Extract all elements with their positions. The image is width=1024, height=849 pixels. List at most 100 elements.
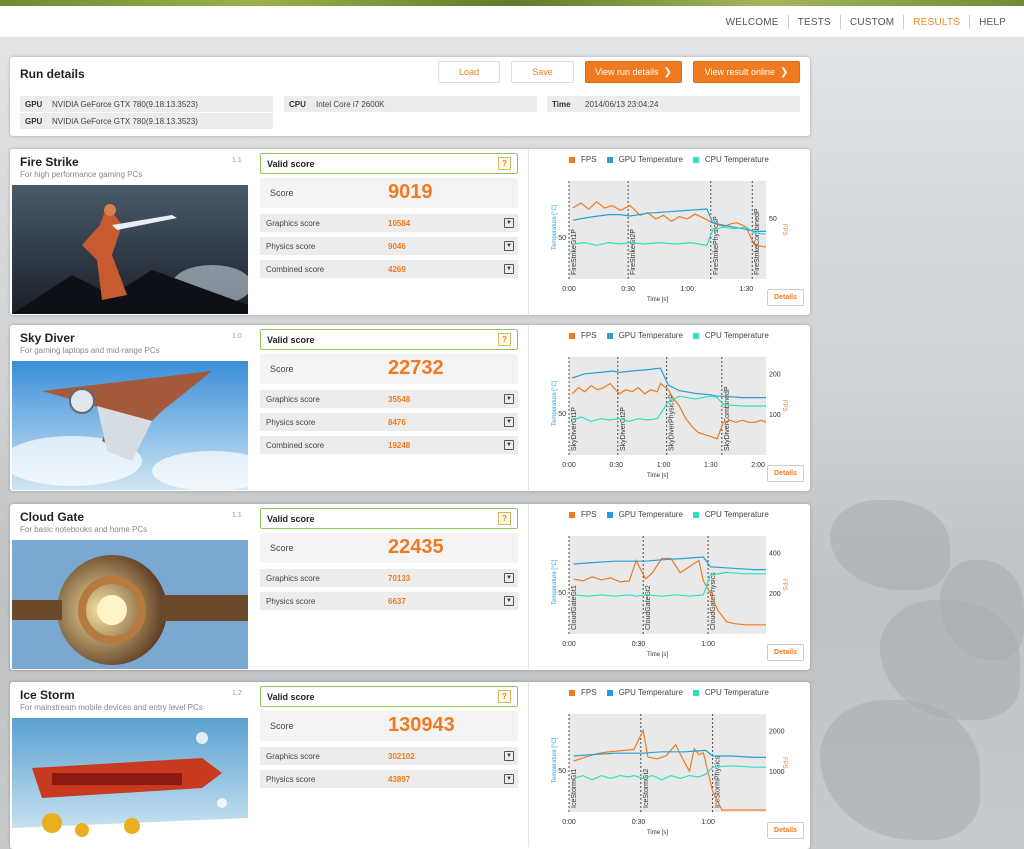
y-axis-label: Temperature [°C] [552,559,558,605]
view-run-details-label: View run details [595,67,659,77]
x-tick-label: 2:00 [751,462,765,469]
valid-score-badge: Valid score? [260,329,518,350]
expand-dropdown-icon[interactable]: ▼ [504,440,514,450]
gpu-value: NVIDIA GeForce GTX 780(9.18.13.3523) [52,99,198,109]
subscore-value: 35548 [388,395,411,404]
subscore-value: 8476 [388,418,406,427]
expand-dropdown-icon[interactable]: ▼ [504,573,514,583]
test-subtitle: For high performance gaming PCs [20,170,143,179]
score-label: Score [270,364,294,374]
y2-tick-label: 50 [769,216,777,223]
subscore-row[interactable]: Graphics score 70133 ▼ [260,569,518,587]
test-card-fire-strike: Fire Strike For high performance gaming P… [10,149,810,315]
help-icon[interactable]: ? [498,690,511,703]
subscore-row[interactable]: Graphics score 35548 ▼ [260,390,518,408]
subscore-label: Physics score [266,775,316,784]
segment-label: SkyDiverGt2P [620,407,627,451]
valid-score-label: Valid score [267,334,315,345]
subscore-value: 302102 [388,752,415,761]
help-icon[interactable]: ? [498,333,511,346]
x-axis-label: Time [s] [647,830,668,836]
nav-separator [903,15,905,29]
score-value: 22732 [388,357,444,379]
nav-item-custom[interactable]: CUSTOM [850,17,894,28]
load-button[interactable]: Load [438,61,500,83]
nav-item-results[interactable]: RESULTS [913,17,960,28]
x-tick-label: 1:00 [701,641,715,648]
test-name: Cloud Gate [20,510,85,524]
help-icon[interactable]: ? [498,157,511,170]
subscore-label: Combined score [266,441,325,450]
test-card-sky-diver: Sky Diver For gaming laptops and mid-rang… [10,325,810,491]
nav-item-help[interactable]: HELP [979,17,1006,28]
expand-dropdown-icon[interactable]: ▼ [504,596,514,606]
test-subtitle: For gaming laptops and mid-range PCs [20,346,160,355]
x-tick-label: 0:00 [562,286,576,293]
expand-dropdown-icon[interactable]: ▼ [504,264,514,274]
view-result-online-button[interactable]: View result online ❯ [693,61,800,83]
score-value: 9019 [388,181,433,203]
test-card-cloud-gate: Cloud Gate For basic notebooks and home P… [10,504,810,670]
sky-diver-artwork [12,361,248,490]
x-tick-label: 0:30 [632,641,646,648]
subscore-label: Physics score [266,597,316,606]
subscore-row[interactable]: Combined score 4269 ▼ [260,260,518,278]
y-tick-label: 50 [558,590,566,597]
subscore-row[interactable]: Graphics score 302102 ▼ [260,747,518,765]
subscore-label: Graphics score [266,752,320,761]
help-icon[interactable]: ? [498,512,511,525]
x-axis-label: Time [s] [647,652,668,658]
y2-tick-label: 200 [769,591,781,598]
expand-dropdown-icon[interactable]: ▼ [504,417,514,427]
segment-label: IceStormGt2 [643,769,650,808]
valid-score-label: Valid score [267,691,315,702]
expand-dropdown-icon[interactable]: ▼ [504,218,514,228]
details-button[interactable]: Details [767,822,804,839]
y2-tick-label: 200 [769,371,781,378]
test-name: Sky Diver [20,331,75,345]
valid-score-label: Valid score [267,513,315,524]
subscore-row[interactable]: Physics score 43897 ▼ [260,770,518,788]
plot-area [569,181,766,279]
view-result-online-label: View result online [704,67,775,77]
valid-score-badge: Valid score? [260,686,518,707]
view-run-details-button[interactable]: View run details ❯ [585,61,682,83]
expand-dropdown-icon[interactable]: ▼ [504,241,514,251]
details-button[interactable]: Details [767,289,804,306]
subscore-row[interactable]: Physics score 6637 ▼ [260,592,518,610]
details-button[interactable]: Details [767,465,804,482]
y2-tick-label: 400 [769,550,781,557]
x-axis-label: Time [s] [647,297,668,303]
score-value: 130943 [388,714,455,736]
subscore-row[interactable]: Combined score 19248 ▼ [260,436,518,454]
expand-dropdown-icon[interactable]: ▼ [504,751,514,761]
subscore-value: 70133 [388,574,411,583]
expand-dropdown-icon[interactable]: ▼ [504,394,514,404]
cpu-row: CPU Intel Core i7 2600K [284,96,537,112]
y2-tick-label: 1000 [769,769,785,776]
nav-item-tests[interactable]: TESTS [798,17,831,28]
nav-item-welcome[interactable]: WELCOME [726,17,779,28]
details-button[interactable]: Details [767,644,804,661]
valid-score-badge: Valid score? [260,153,518,174]
y2-axis-label: FPS [781,224,787,236]
subscore-value: 10584 [388,219,411,228]
y-tick-label: 50 [558,768,566,775]
subscore-row[interactable]: Graphics score 10584 ▼ [260,214,518,232]
test-artwork [12,540,248,669]
segment-label: CloudGateGt1 [571,585,578,630]
gpu-value: NVIDIA GeForce GTX 780(9.18.13.3523) [52,116,198,126]
x-tick-label: 1:00 [657,462,671,469]
time-label: Time [552,99,571,109]
segment-label: FireStrikeGt1P [571,229,578,275]
score-label: Score [270,543,294,553]
y2-axis-label: FPS [781,757,787,769]
save-button[interactable]: Save [511,61,574,83]
nav-items: WELCOME TESTS CUSTOM RESULTS HELP [717,6,1006,38]
expand-dropdown-icon[interactable]: ▼ [504,774,514,784]
x-tick-label: 0:00 [562,819,576,826]
test-subtitle: For mainstream mobile devices and entry … [20,703,203,712]
segment-label: FireStrikeGt2P [630,229,637,275]
subscore-row[interactable]: Physics score 8476 ▼ [260,413,518,431]
subscore-row[interactable]: Physics score 9046 ▼ [260,237,518,255]
